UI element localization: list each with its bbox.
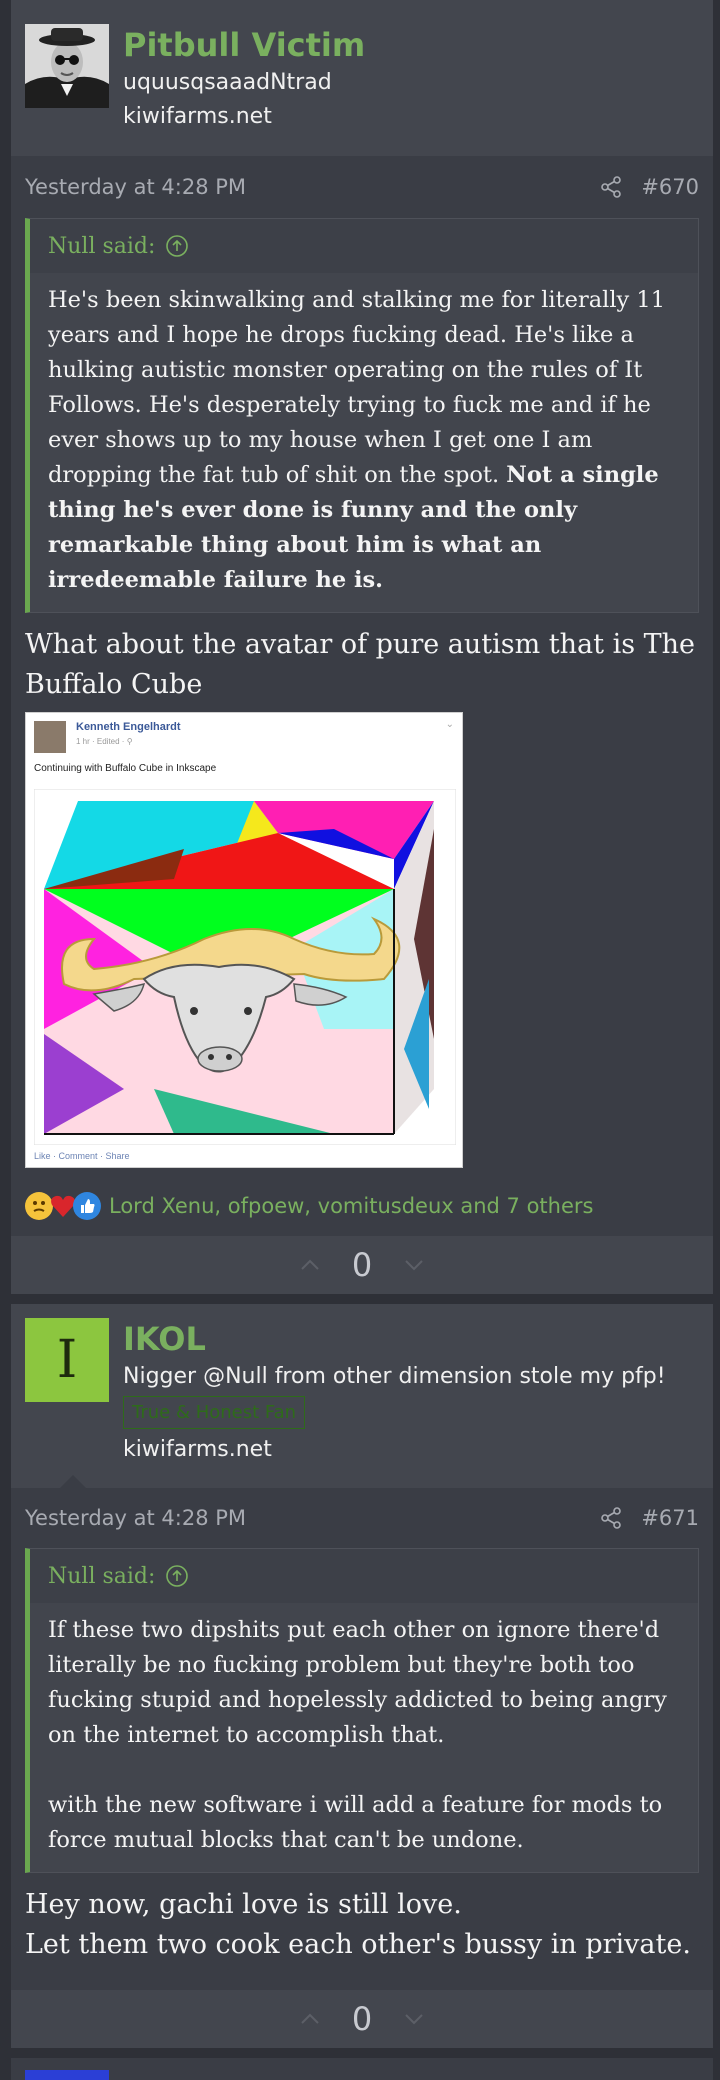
buffalo-cube-drawing (34, 789, 456, 1145)
vote-bar: 0 (11, 1236, 713, 1294)
fb-actions: Like · Comment · Share (34, 1151, 130, 1161)
post-message: What about the avatar of pure autism tha… (25, 629, 696, 700)
message-line: Let them two cook each other's bussy in … (25, 1929, 691, 1960)
user-banner: True & Honest Fan (123, 1396, 306, 1429)
user-site: kiwifarms.net (123, 1437, 272, 1462)
post-user-header: I IKOL Nigger @Null from other dimension… (11, 1304, 713, 1489)
fb-meta: 1 hr · Edited · ⚲ (76, 737, 133, 746)
post-date[interactable]: Yesterday at 4:28 PM (25, 1506, 599, 1530)
user-title: uquusqsaaadNtrad (123, 70, 332, 95)
vote-bar: 0 (11, 1990, 713, 2048)
post-message: Hey now, gachi love is still love. Let t… (11, 1873, 713, 1965)
arrow-up-circle-icon[interactable] (165, 1564, 189, 1588)
post-date[interactable]: Yesterday at 4:28 PM (25, 175, 599, 199)
quote-header[interactable]: Null said: (30, 219, 698, 273)
embedded-image[interactable]: Kenneth Engelhardt 1 hr · Edited · ⚲ ⌄ C… (25, 712, 463, 1168)
quote-block: Null said: He's been skinwalking and sta… (25, 218, 699, 613)
avatar-letter: I (56, 1330, 78, 1390)
next-post-peek (11, 2058, 713, 2080)
user-site: kiwifarms.net (123, 104, 272, 129)
quote-text: He's been skinwalking and stalking me fo… (48, 287, 666, 488)
user-info: IKOL Nigger @Null from other dimension s… (123, 1318, 699, 1474)
user-info: Pitbull Victim uquusqsaaadNtrad kiwifarm… (123, 24, 699, 142)
quote-body: He's been skinwalking and stalking me fo… (30, 273, 698, 612)
quote-paragraph: If these two dipshits put each other on … (48, 1617, 667, 1748)
post-671: I IKOL Nigger @Null from other dimension… (11, 1304, 713, 2042)
chevron-down-icon: ⌄ (445, 719, 454, 730)
user-notch (59, 1475, 87, 1489)
post-number[interactable]: #671 (641, 1506, 699, 1530)
quote-author[interactable]: Null said: (48, 1564, 155, 1589)
fb-name: Kenneth Engelhardt (76, 721, 181, 733)
downvote-icon[interactable] (402, 2007, 426, 2031)
username[interactable]: Pitbull Victim (123, 24, 699, 66)
post-number[interactable]: #670 (641, 175, 699, 199)
downvote-icon[interactable] (402, 1253, 426, 1277)
reactions-users[interactable]: Lord Xenu, ofpoew, vomitusdeux and 7 oth… (109, 1194, 593, 1218)
username[interactable]: IKOL (123, 1318, 699, 1360)
vote-count: 0 (351, 2000, 373, 2038)
post-meta: Yesterday at 4:28 PM #670 (11, 156, 713, 218)
message-line: Hey now, gachi love is still love. (25, 1889, 462, 1920)
thumbs-up-icon (73, 1192, 101, 1220)
avatar[interactable] (25, 2070, 109, 2080)
fb-avatar (34, 721, 66, 753)
reactions-bar[interactable]: Lord Xenu, ofpoew, vomitusdeux and 7 oth… (25, 1192, 593, 1220)
avatar[interactable] (25, 24, 109, 108)
quote-block: Null said: If these two dipshits put eac… (25, 1548, 699, 1873)
quote-paragraph: with the new software i will add a featu… (48, 1792, 663, 1853)
post-user-header: Pitbull Victim uquusqsaaadNtrad kiwifarm… (11, 14, 713, 156)
arrow-up-circle-icon[interactable] (165, 234, 189, 258)
share-icon[interactable] (599, 1506, 623, 1530)
avatar-portrait-image (25, 24, 109, 108)
quote-author[interactable]: Null said: (48, 234, 155, 259)
vote-count: 0 (351, 1246, 373, 1284)
avatar[interactable]: I (25, 1318, 109, 1402)
user-title: Nigger @Null from other dimension stole … (123, 1364, 666, 1389)
quote-body: If these two dipshits put each other on … (30, 1603, 698, 1872)
quote-header[interactable]: Null said: (30, 1549, 698, 1603)
upvote-icon[interactable] (298, 1253, 322, 1277)
post-meta: Yesterday at 4:28 PM #671 (11, 1488, 713, 1548)
share-icon[interactable] (599, 175, 623, 199)
upvote-icon[interactable] (298, 2007, 322, 2031)
fb-caption: Continuing with Buffalo Cube in Inkscape (34, 763, 217, 774)
page-top-strip (11, 0, 713, 14)
